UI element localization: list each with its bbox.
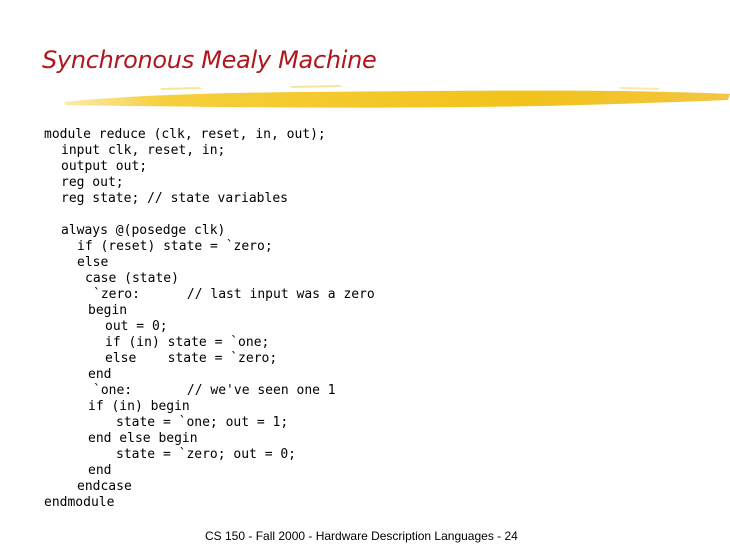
code-line: case (state) [85, 271, 179, 286]
code-line: endmodule [44, 495, 115, 510]
code-line: `zero: // last input was a zero [93, 287, 375, 302]
code-line: end else begin [88, 431, 198, 446]
highlighter-stroke-main [64, 90, 730, 108]
code-line: if (reset) state = `zero; [77, 239, 273, 254]
code-line: end [88, 463, 112, 478]
code-line: output out; [61, 159, 148, 174]
code-line: else state = `zero; [105, 351, 278, 366]
code-line: if (in) begin [88, 399, 190, 414]
code-line: state = `zero; out = 0; [116, 447, 297, 462]
highlighter-underline [64, 85, 730, 108]
slide-title: Synchronous Mealy Machine [42, 46, 377, 74]
highlighter-stroke-flake-1 [160, 87, 202, 90]
code-line: `one: // we've seen one 1 [93, 383, 336, 398]
code-line: out = 0; [105, 319, 168, 334]
code-line: else [77, 255, 109, 270]
code-line: state = `one; out = 1; [116, 415, 289, 430]
code-line: endcase [77, 479, 132, 494]
code-line: module reduce (clk, reset, in, out); [44, 127, 326, 142]
code-line: begin [88, 303, 128, 318]
highlighter-stroke-flake-2 [290, 85, 342, 88]
code-line: always @(posedge clk) [61, 223, 226, 238]
code-line: reg out; [61, 175, 124, 190]
code-line: input clk, reset, in; [61, 143, 226, 158]
slide-footer: CS 150 - Fall 2000 - Hardware Descriptio… [205, 529, 518, 543]
code-line: reg state; // state variables [61, 191, 288, 206]
code-line: end [88, 367, 112, 382]
code-line: if (in) state = `one; [105, 335, 270, 350]
highlighter-stroke-flake-3 [620, 87, 660, 90]
